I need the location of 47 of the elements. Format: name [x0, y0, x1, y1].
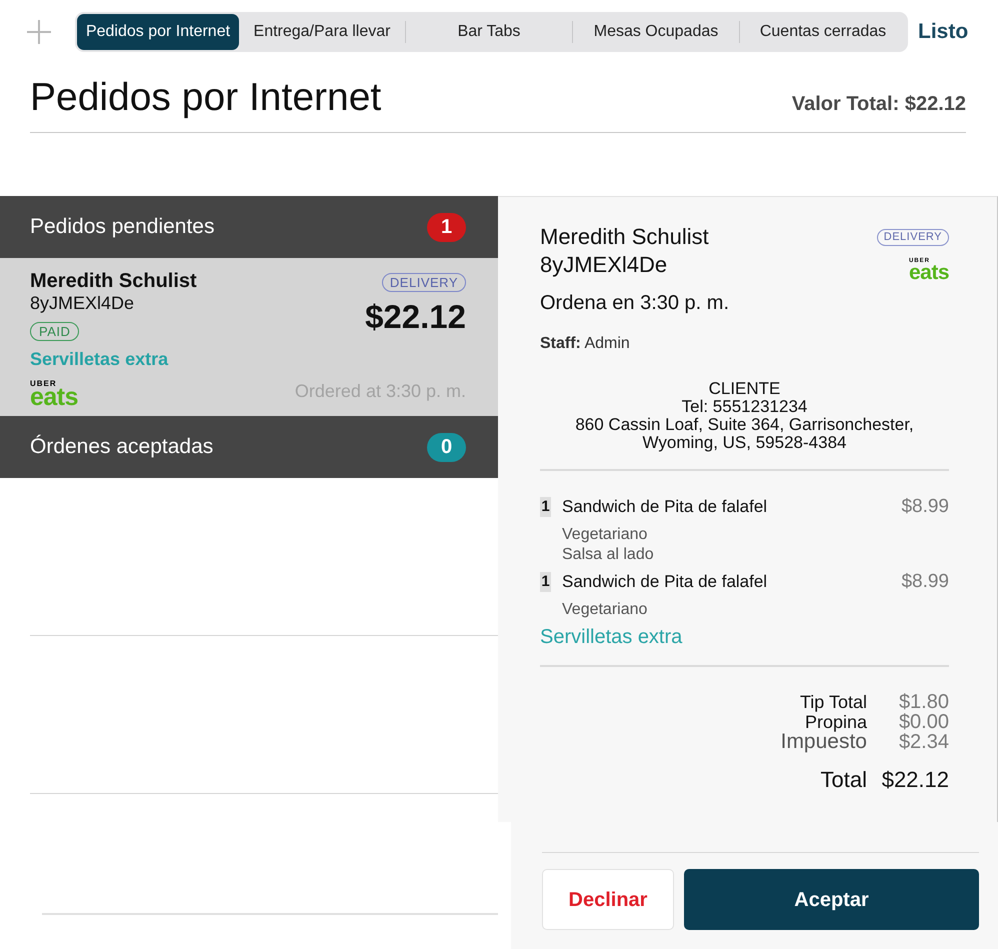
item-name: Sandwich de Pita de falafel [562, 496, 768, 518]
tab[interactable]: Mesas Ocupadas [573, 14, 739, 50]
charge-label: Propina [804, 712, 867, 732]
section-title: Pedidos pendientes [30, 214, 214, 240]
customer-heading: CLIENTE [708, 380, 780, 398]
total-value: $22.12 [880, 766, 949, 794]
item-price: $8.99 [901, 495, 949, 519]
customer-address: 860 Cassin Loaf, Suite 364, Garrisonchester, Wyoming, US, 59528-4384 [574, 416, 915, 452]
item-name: Sandwich de Pita de falafel [562, 571, 768, 593]
payment-badge: PAID [30, 322, 80, 341]
done-button[interactable]: Listo [918, 16, 968, 48]
customer-name: Meredith Schulist [540, 223, 709, 251]
order-note: Servilletas extra [540, 625, 684, 649]
count-badge: 0 [427, 432, 466, 462]
item-modifier: Salsa al lado [562, 545, 654, 565]
order-time: Ordena en 3:30 p. m. [540, 291, 730, 316]
quantity-text: 1 [540, 572, 551, 592]
order-id: 8yJMEXl4De [540, 251, 668, 279]
order-id: 8yJMEXl4De [30, 292, 136, 314]
page-title: Pedidos por Internet [30, 75, 382, 121]
tab[interactable]: Pedidos por Internet [77, 14, 239, 50]
quantity-text: 1 [540, 497, 551, 517]
item-price: $8.99 [901, 570, 949, 594]
charge-value: $2.34 [898, 732, 949, 752]
order-type-badge: DELIVERY [382, 273, 466, 292]
customer-phone: Tel: 5551231234 [682, 398, 808, 416]
tab[interactable]: Cuentas cerradas [740, 14, 906, 50]
order-note: Servilletas extra [30, 348, 170, 370]
customer-name: Meredith Schulist [30, 270, 197, 292]
decline-button[interactable]: Declinar [542, 869, 674, 930]
item-modifier: Vegetariano [562, 600, 648, 620]
charge-label: Impuesto [780, 732, 867, 752]
charge-value: $1.80 [898, 692, 949, 712]
staff-text: Staff: Admin [540, 334, 631, 354]
item-modifier: Vegetariano [562, 525, 648, 545]
charge-value: $0.00 [898, 712, 949, 732]
total-value-text: Valor Total: $22.12 [792, 92, 966, 116]
accept-button[interactable]: Aceptar [684, 869, 979, 930]
tab[interactable]: Bar Tabs [406, 14, 572, 50]
section-title: Órdenes aceptadas [30, 434, 214, 460]
charge-label: Tip Total [798, 692, 867, 712]
count-badge: 1 [427, 212, 466, 242]
total-label: Total [820, 766, 867, 794]
add-icon[interactable] [27, 20, 51, 44]
order-total: $22.12 [365, 298, 466, 336]
order-type-badge: DELIVERY [876, 229, 949, 246]
tab[interactable]: Entrega/Para llevar [239, 14, 405, 50]
